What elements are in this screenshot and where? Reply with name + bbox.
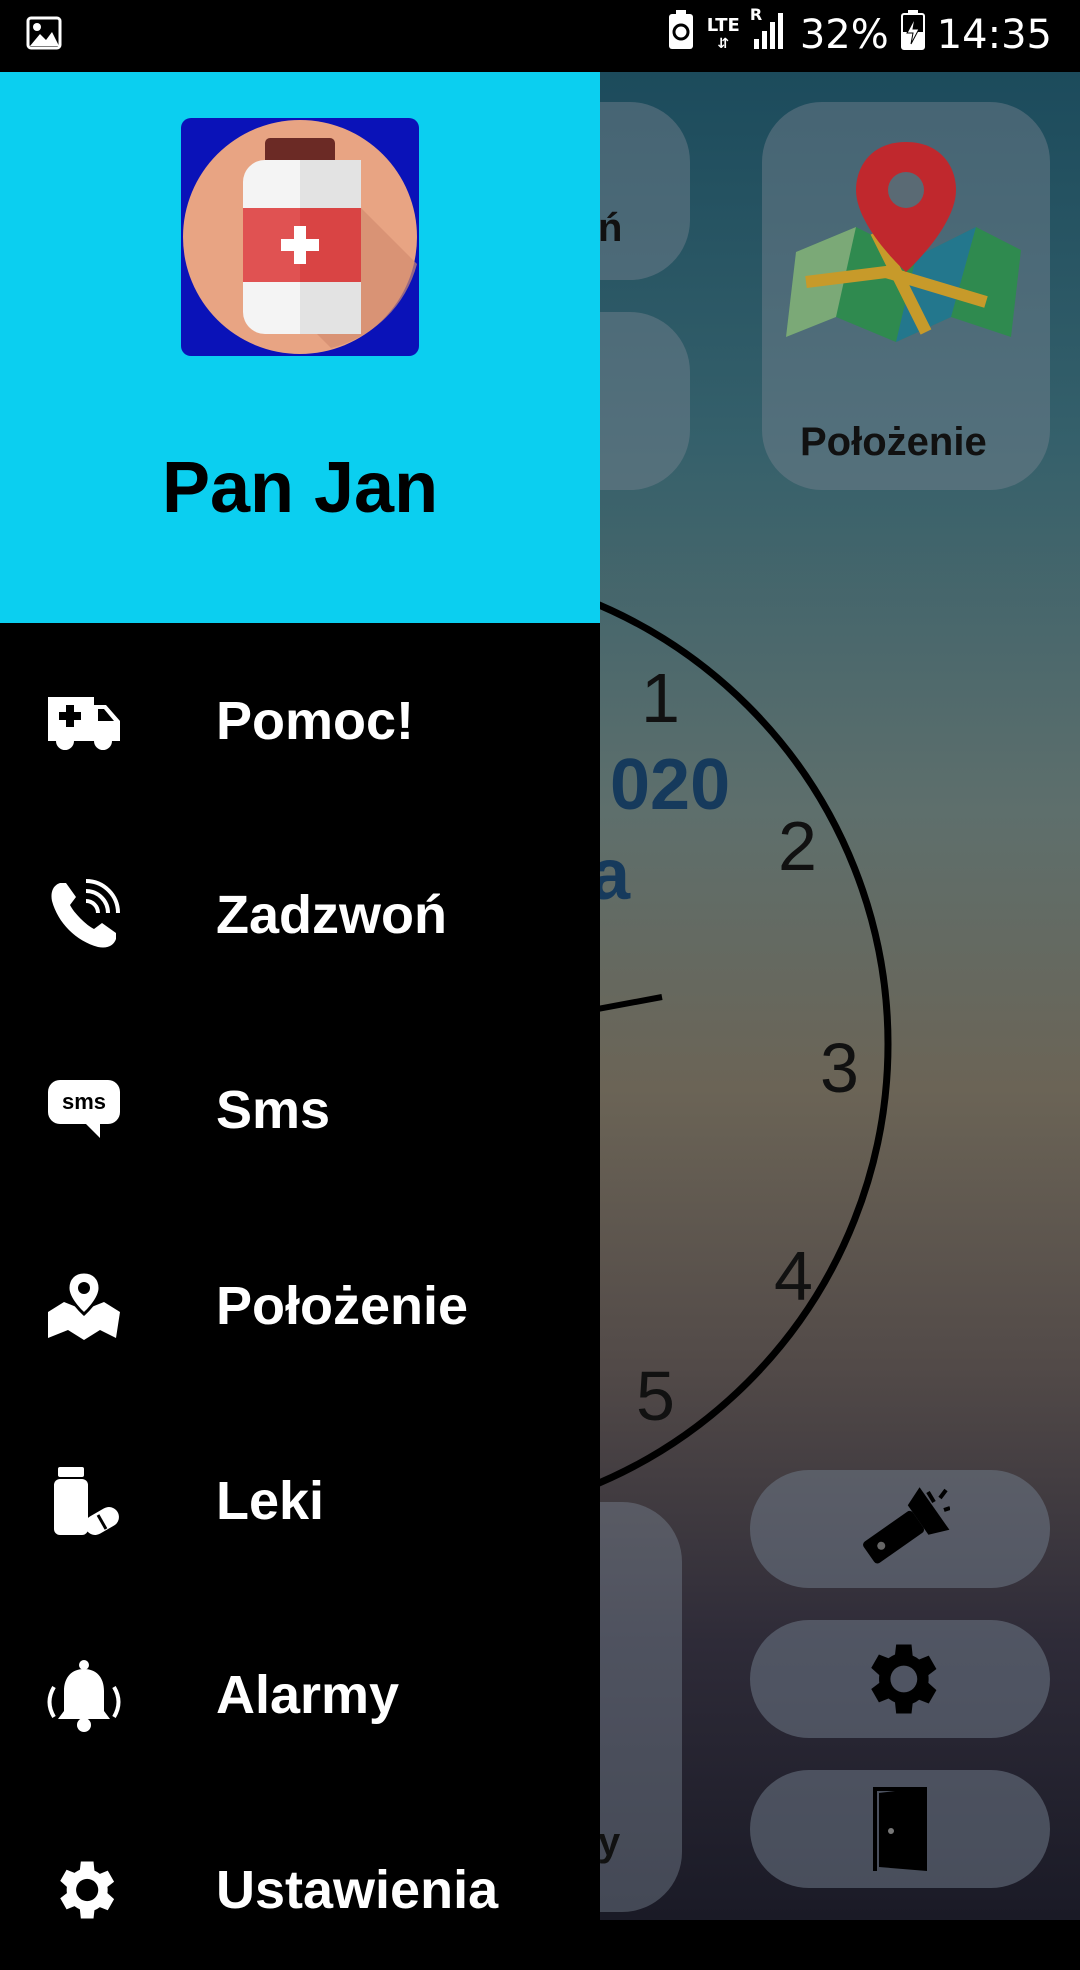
sms-icon: sms — [46, 1072, 122, 1148]
clock-number-5: 5 — [636, 1357, 675, 1435]
menu-item-alarms[interactable]: Alarmy — [0, 1615, 600, 1775]
status-bar: LTE ⇵ R 32% 14:35 — [0, 0, 1080, 72]
menu-label-settings: Ustawienia — [216, 1860, 499, 1920]
menu-label-meds: Leki — [216, 1471, 325, 1531]
battery-saver-icon — [667, 10, 695, 60]
signal-icon: R — [750, 5, 788, 59]
phone-icon — [46, 877, 122, 953]
menu-label-location: Położenie — [216, 1276, 469, 1336]
ambulance-icon — [46, 683, 122, 759]
map-pin-icon — [46, 1268, 122, 1344]
clock-number-1: 1 — [641, 659, 680, 737]
location-tile[interactable]: Położenie — [762, 102, 1050, 490]
battery-percent: 32% — [799, 12, 889, 58]
menu-label-alarms: Alarmy — [216, 1665, 400, 1725]
exit-button[interactable] — [750, 1770, 1050, 1888]
flashlight-button[interactable] — [750, 1470, 1050, 1588]
svg-text:sms: sms — [62, 1089, 106, 1114]
settings-button[interactable] — [750, 1620, 1050, 1738]
image-icon — [26, 16, 62, 54]
date-line-1: 020 — [610, 745, 731, 825]
drawer-header: Pan Jan — [0, 72, 600, 623]
flashlight-icon — [863, 1487, 950, 1564]
network-type: LTE ⇵ — [706, 15, 740, 53]
menu-label-help: Pomoc! — [216, 691, 415, 751]
menu-item-sms[interactable]: sms Sms — [0, 1030, 600, 1190]
gear-icon — [46, 1852, 122, 1928]
menu-item-meds[interactable]: Leki — [0, 1421, 600, 1581]
menu-item-settings[interactable]: Ustawienia — [0, 1810, 600, 1970]
clock-number-4: 4 — [774, 1237, 813, 1315]
menu-item-location[interactable]: Położenie — [0, 1226, 600, 1386]
menu-item-call[interactable]: Zadzwoń — [0, 835, 600, 995]
user-name: Pan Jan — [161, 448, 439, 528]
navigation-drawer[interactable]: Pan Jan Pomoc! Zadzwoń sms Sms Położenie… — [0, 72, 600, 1920]
menu-label-sms: Sms — [216, 1080, 331, 1140]
menu-label-call: Zadzwoń — [216, 885, 447, 945]
bell-icon — [46, 1657, 122, 1733]
clock-number-3: 3 — [820, 1029, 859, 1107]
battery-charging-icon — [900, 10, 925, 60]
menu-item-help[interactable]: Pomoc! — [0, 641, 600, 801]
door-icon — [873, 1787, 927, 1871]
map-icon — [786, 142, 1021, 342]
clock-time: 14:35 — [936, 12, 1052, 58]
clock-number-2: 2 — [778, 807, 817, 885]
app-logo — [181, 118, 419, 356]
pills-icon — [46, 1463, 122, 1539]
gear-icon — [871, 1644, 937, 1714]
